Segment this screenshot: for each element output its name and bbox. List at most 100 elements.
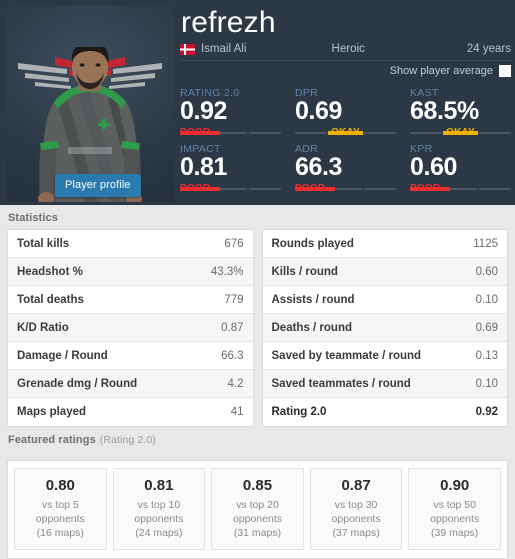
featured-rating-card[interactable]: 0.90 vs top 50 opponents (39 maps) [408,468,501,550]
featured-rating-card[interactable]: 0.85 vs top 20 opponents (31 maps) [211,468,304,550]
featured-rating-line3: (37 maps) [332,527,380,539]
header-stat-bar: POOR [410,183,511,195]
featured-ratings-panel: 0.80 vs top 5 opponents (16 maps) 0.81 v… [7,460,508,559]
show-player-average-label: Show player average [389,65,493,77]
header-stat-bar: OKAY [295,127,396,139]
header-stat-value: 66.3 [295,153,343,181]
bar-segment [248,132,281,134]
featured-rating-line1: vs top 50 [433,499,476,511]
header-stat-bar: POOR [180,183,281,195]
featured-ratings-section-title: Featured ratings (Rating 2.0) [0,427,515,451]
bar-segment [410,132,443,134]
featured-ratings-subtitle: (Rating 2.0) [99,434,156,446]
bar-segment [295,132,328,134]
stat-value: 1125 [473,237,498,250]
stat-key: Rounds played [271,237,354,250]
table-row: Saved teammates / round 0.10 [262,370,507,398]
header-stat-bar: OKAY [410,127,511,139]
stat-key: Maps played [17,406,87,418]
header-stat-kast: KAST 68.5% OKAY [410,87,511,139]
statistics-section-title: Statistics [8,212,58,224]
stat-value: 0.10 [475,293,498,306]
bar-segment [363,188,396,190]
table-row: Rounds played 1125 [262,230,507,258]
table-row: Total deaths 779 [8,286,253,314]
player-team-name[interactable]: Heroic [332,43,365,55]
table-row: Saved by teammate / round 0.13 [262,342,507,370]
header-stat-verdict: OKAY [446,127,475,138]
featured-rating-line1: vs top 20 [236,499,279,511]
player-photo: Player profile [6,5,174,202]
stat-value: 0.13 [475,349,498,362]
featured-rating-line1: vs top 30 [334,499,378,511]
featured-rating-value: 0.85 [242,477,273,494]
player-nickname: refrezh [181,6,276,39]
table-row: Damage / Round 66.3 [8,342,253,370]
bar-segment [363,132,396,134]
header-stat-verdict: POOR [410,183,441,194]
stat-value: 676 [224,237,244,250]
stat-value: 0.92 [475,406,498,418]
featured-rating-line3: (39 maps) [431,527,479,539]
stat-value: 43.3% [210,265,244,278]
stat-key: Total kills [17,237,70,250]
featured-rating-line2: opponents [430,513,480,525]
table-row: Total kills 676 [8,230,253,258]
player-header-info: refrezh Ismail Ali Heroic 24 years Show … [180,5,511,201]
table-row: Deaths / round 0.69 [262,314,507,342]
bar-segment [478,188,511,190]
show-player-average-row[interactable]: Show player average [180,65,511,77]
stat-value: 41 [230,406,244,418]
stat-value: 779 [224,293,244,306]
bar-segment [248,188,281,190]
table-row: Headshot % 43.3% [8,258,253,286]
table-row: Maps played 41 [8,398,253,426]
stat-value: 4.2 [227,377,244,390]
player-profile-button[interactable]: Player profile [55,174,141,197]
stat-key: K/D Ratio [17,321,69,334]
statistics-table-right: Rounds played 1125 Kills / round 0.60 As… [261,229,508,427]
featured-rating-card[interactable]: 0.87 vs top 30 opponents (37 maps) [309,468,403,550]
featured-rating-line2: opponents [35,513,85,525]
bar-segment [478,132,511,134]
table-row: Assists / round 0.10 [262,286,507,314]
show-player-average-checkbox[interactable] [499,65,511,77]
header-stat-verdict: POOR [295,183,326,194]
stat-value: 0.87 [221,321,244,334]
header-stat-impact: IMPACT 0.81 POOR [180,143,281,195]
stat-value: 0.10 [475,377,498,390]
table-row: K/D Ratio 0.87 [8,314,253,342]
stat-key: Grenade dmg / Round [17,377,138,390]
featured-rating-line2: opponents [331,513,381,525]
stat-key: Total deaths [17,293,84,306]
header-stat-value: 68.5% [410,97,479,125]
header-stat-rating: RATING 2.0 0.92 POOR [180,87,281,139]
featured-rating-value: 0.87 [341,477,371,494]
denmark-flag-icon [180,43,195,55]
stat-key: Saved by teammate / round [271,349,422,362]
stat-value: 66.3 [221,349,244,362]
stat-value: 0.60 [475,265,498,278]
header-stats-grid: RATING 2.0 0.92 POOR DPR 0.69 OKAY KAST … [180,87,511,195]
stat-key: Damage / Round [17,349,108,362]
header-stat-value: 0.60 [410,153,458,181]
header-stat-bar: POOR [180,127,281,139]
header-stat-value: 0.81 [180,153,228,181]
stat-key: Headshot % [17,265,83,278]
header-stat-verdict: OKAY [331,127,360,138]
featured-rating-value: 0.81 [144,477,174,494]
player-real-name: Ismail Ali [201,43,247,55]
table-row: Kills / round 0.60 [262,258,507,286]
featured-rating-card[interactable]: 0.81 vs top 10 opponents (24 maps) [112,468,206,550]
stat-key: Saved teammates / round [271,377,411,390]
stat-value: 0.69 [475,321,498,334]
header-stat-bar: POOR [295,183,396,195]
featured-rating-line2: opponents [232,513,282,525]
header-stat-adr: ADR 66.3 POOR [295,143,396,195]
header-stat-verdict: POOR [180,183,211,194]
featured-rating-card[interactable]: 0.80 vs top 5 opponents (16 maps) [14,468,107,550]
stat-key: Rating 2.0 [271,406,327,418]
stat-key: Deaths / round [271,321,353,334]
featured-ratings-title: Featured ratings [8,434,96,446]
header-stat-verdict: POOR [180,127,211,138]
